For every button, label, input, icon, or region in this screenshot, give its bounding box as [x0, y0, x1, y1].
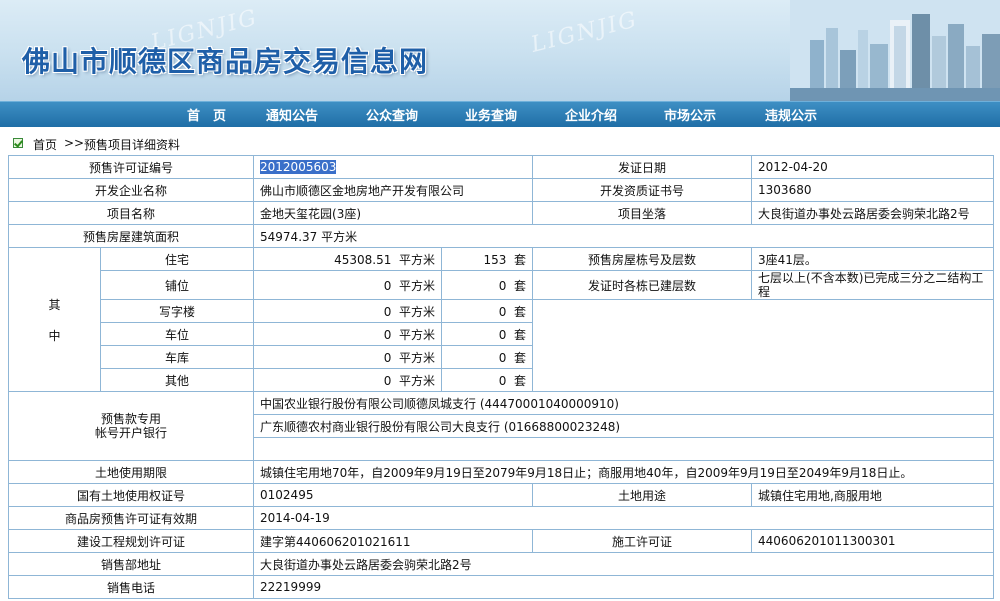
breakdown-type: 车位 — [99, 322, 255, 346]
presale-detail-table: 预售许可证编号 2012005603 发证日期 2012-04-20 开发企业名… — [7, 155, 995, 599]
project-name-value: 金地天玺花园(3座) — [253, 201, 534, 225]
sales-address-label: 销售部地址 — [7, 552, 255, 576]
built-floors-value: 七层以上(不含本数)已完成三分之二结构工程 — [751, 270, 995, 300]
table-row: 预售房屋建筑面积 54974.37 平方米 — [7, 224, 995, 248]
project-name-label: 项目名称 — [7, 201, 255, 225]
location-value: 大良街道办事处云路居委会驹荣北路2号 — [751, 201, 995, 225]
breakdown-area: 45308.51 平方米 — [253, 247, 443, 271]
city-skyline-image — [790, 0, 1000, 101]
breakdown-count: 0 套 — [441, 345, 534, 369]
nav-item-public-query[interactable]: 公众查询 — [366, 105, 418, 124]
breakdown-type: 其他 — [99, 368, 255, 392]
breakdown-count: 0 套 — [441, 322, 534, 346]
nav-item-home[interactable]: 首 页 — [187, 105, 226, 124]
permit-no-label: 预售许可证编号 — [7, 155, 255, 179]
built-floors-label: 发证时各栋已建层数 — [532, 270, 753, 300]
empty-cell — [253, 437, 995, 461]
issue-date-label: 发证日期 — [532, 155, 753, 179]
table-row: 商品房预售许可证有效期 2014-04-19 — [7, 506, 995, 530]
table-row: 销售电话 22219999 — [7, 575, 995, 599]
empty-cell — [532, 299, 995, 392]
breakdown-type: 车库 — [99, 345, 255, 369]
bank-label: 预售款专用 帐号开户银行 — [7, 391, 255, 461]
table-row: 土地使用期限 城镇住宅用地70年，自2009年9月19日至2079年9月18日止… — [7, 460, 995, 484]
breakdown-area: 0 平方米 — [253, 345, 443, 369]
breakdown-type: 住宅 — [99, 247, 255, 271]
watermark: LIGNJIG — [528, 7, 641, 58]
validity-label: 商品房预售许可证有效期 — [7, 506, 255, 530]
breakdown-count: 0 套 — [441, 368, 534, 392]
area-value: 54974.37 平方米 — [253, 224, 995, 248]
breakdown-type: 铺位 — [99, 270, 255, 300]
breadcrumb-separator: >> — [64, 136, 85, 150]
table-row: 项目名称 金地天玺花园(3座) 项目坐落 大良街道办事处云路居委会驹荣北路2号 — [7, 201, 995, 225]
breadcrumb-home-link[interactable]: 首页 — [33, 136, 57, 153]
location-label: 项目坐落 — [532, 201, 753, 225]
building-value: 3座41层。 — [751, 247, 995, 271]
issue-date-value: 2012-04-20 — [751, 155, 995, 179]
bank-value: 中国农业银行股份有限公司顺德凤城支行 (44470001040000910) — [253, 391, 995, 415]
permit-no-value[interactable]: 2012005603 — [260, 160, 337, 174]
breakdown-type: 写字楼 — [99, 299, 255, 323]
qualification-value: 1303680 — [751, 178, 995, 202]
checkbox-icon — [13, 138, 23, 148]
breakdown-area: 0 平方米 — [253, 270, 443, 300]
breakdown-count: 0 套 — [441, 270, 534, 300]
land-cert-value: 0102495 — [253, 483, 534, 507]
permit-no-cell: 2012005603 — [253, 155, 534, 179]
table-row: 销售部地址 大良街道办事处云路居委会驹荣北路2号 — [7, 552, 995, 576]
validity-value: 2014-04-19 — [253, 506, 995, 530]
planning-value: 建字第440606201021611 — [253, 529, 534, 553]
planning-label: 建设工程规划许可证 — [7, 529, 255, 553]
breakdown-count: 153 套 — [441, 247, 534, 271]
nav-item-company-intro[interactable]: 企业介绍 — [565, 105, 617, 124]
site-banner: LIGNJIG LIGNJIG 佛山市顺德区商品房交易信息网 — [0, 0, 1000, 101]
construction-label: 施工许可证 — [532, 529, 753, 553]
bank-row: 预售款专用 帐号开户银行 中国农业银行股份有限公司顺德凤城支行 (4447000… — [7, 391, 995, 461]
breakdown-count: 0 套 — [441, 299, 534, 323]
developer-label: 开发企业名称 — [7, 178, 255, 202]
land-use-label: 土地用途 — [532, 483, 753, 507]
developer-value: 佛山市顺德区金地房地产开发有限公司 — [253, 178, 534, 202]
table-row: 预售许可证编号 2012005603 发证日期 2012-04-20 — [7, 155, 995, 179]
land-period-value: 城镇住宅用地70年，自2009年9月19日至2079年9月18日止；商服用地40… — [253, 460, 995, 484]
breadcrumb-current: 预售项目详细资料 — [84, 138, 181, 152]
nav-item-market-notice[interactable]: 市场公示 — [664, 105, 716, 124]
nav-item-violation-notice[interactable]: 违规公示 — [765, 105, 817, 124]
sales-tel-label: 销售电话 — [7, 575, 255, 599]
table-row: 开发企业名称 佛山市顺德区金地房地产开发有限公司 开发资质证书号 1303680 — [7, 178, 995, 202]
table-row: 国有土地使用权证号 0102495 土地用途 城镇住宅用地,商服用地 — [7, 483, 995, 507]
breadcrumb: 首页 >> 预售项目详细资料 — [0, 132, 1000, 154]
bank-value: 广东顺德农村商业银行股份有限公司大良支行 (01668800023248) — [253, 414, 995, 438]
qualification-label: 开发资质证书号 — [532, 178, 753, 202]
construction-value: 440606201011300301 — [751, 529, 995, 553]
breakdown-row: 其 中 住宅 45308.51 平方米 153 套 预售房屋栋号及层数 3座41… — [8, 247, 995, 392]
breakdown-row: 写字楼 0 平方米 0 套 — [9, 299, 995, 392]
site-title: 佛山市顺德区商品房交易信息网 — [22, 45, 429, 78]
sales-tel-value: 22219999 — [253, 575, 995, 599]
nav-item-business-query[interactable]: 业务查询 — [465, 105, 517, 124]
nav-item-notices[interactable]: 通知公告 — [266, 105, 318, 124]
land-cert-label: 国有土地使用权证号 — [7, 483, 255, 507]
land-use-value: 城镇住宅用地,商服用地 — [751, 483, 995, 507]
breakdown-area: 0 平方米 — [253, 322, 443, 346]
sales-address-value: 大良街道办事处云路居委会驹荣北路2号 — [253, 552, 995, 576]
area-label: 预售房屋建筑面积 — [7, 224, 255, 248]
breakdown-area: 0 平方米 — [253, 368, 443, 392]
building-label: 预售房屋栋号及层数 — [532, 247, 753, 271]
land-period-label: 土地使用期限 — [7, 460, 255, 484]
table-row: 建设工程规划许可证 建字第440606201021611 施工许可证 44060… — [7, 529, 995, 553]
breakdown-area: 0 平方米 — [253, 299, 443, 323]
main-nav: 首 页 通知公告 公众查询 业务查询 企业介绍 市场公示 违规公示 — [0, 101, 1000, 127]
breakdown-row: 铺位 0 平方米 0 套 发证时各栋已建层数 七层以上(不含本数)已完成三分之二… — [9, 270, 995, 300]
breakdown-label: 其 中 — [8, 247, 101, 392]
